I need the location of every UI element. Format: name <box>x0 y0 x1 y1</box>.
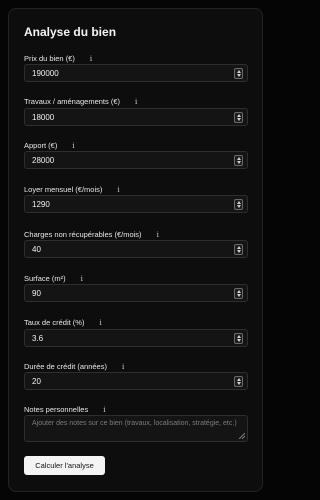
calculate-button[interactable]: Calculer l'analyse <box>24 456 105 475</box>
price-value: 190000 <box>32 69 59 78</box>
notes-textarea[interactable]: Ajouter des notes sur ce bien (travaux, … <box>24 415 248 442</box>
number-stepper-icon[interactable] <box>234 199 243 210</box>
number-stepper-icon[interactable] <box>234 288 243 299</box>
rate-label: Taux de crédit (%) i <box>24 318 102 327</box>
info-icon[interactable]: i <box>135 98 137 106</box>
info-icon[interactable]: i <box>103 406 105 414</box>
surface-value: 90 <box>32 289 41 298</box>
price-input[interactable]: 190000 <box>24 64 248 82</box>
info-icon[interactable]: i <box>72 142 74 150</box>
rate-value: 3.6 <box>32 334 44 343</box>
duration-value: 20 <box>32 377 41 386</box>
charges-input[interactable]: 40 <box>24 240 248 258</box>
number-stepper-icon[interactable] <box>234 155 243 166</box>
rent-value: 1290 <box>32 200 50 209</box>
rent-input[interactable]: 1290 <box>24 195 248 213</box>
info-icon[interactable]: i <box>122 363 124 371</box>
info-icon[interactable]: i <box>90 55 92 63</box>
works-value: 18000 <box>32 113 55 122</box>
info-icon[interactable]: i <box>81 275 83 283</box>
rate-input[interactable]: 3.6 <box>24 329 248 347</box>
charges-label: Charges non récupérables (€/mois) i <box>24 230 159 239</box>
surface-label: Surface (m²) i <box>24 274 83 283</box>
down-payment-label: Apport (€) i <box>24 141 75 150</box>
card-title: Analyse du bien <box>24 25 117 39</box>
resize-handle-icon[interactable] <box>239 433 245 439</box>
notes-label: Notes personnelles i <box>24 405 106 414</box>
works-input[interactable]: 18000 <box>24 108 248 126</box>
info-icon[interactable]: i <box>99 319 101 327</box>
price-label: Prix du bien (€) i <box>24 54 93 63</box>
duration-input[interactable]: 20 <box>24 372 248 390</box>
info-icon[interactable]: i <box>117 186 119 194</box>
number-stepper-icon[interactable] <box>234 376 243 387</box>
notes-placeholder: Ajouter des notes sur ce bien (travaux, … <box>32 420 237 427</box>
down-payment-input[interactable]: 28000 <box>24 151 248 169</box>
rent-label: Loyer mensuel (€/mois) i <box>24 185 120 194</box>
surface-input[interactable]: 90 <box>24 284 248 302</box>
number-stepper-icon[interactable] <box>234 244 243 255</box>
info-icon[interactable]: i <box>157 231 159 239</box>
number-stepper-icon[interactable] <box>234 112 243 123</box>
number-stepper-icon[interactable] <box>234 333 243 344</box>
charges-value: 40 <box>32 245 41 254</box>
down-payment-value: 28000 <box>32 156 55 165</box>
number-stepper-icon[interactable] <box>234 68 243 79</box>
works-label: Travaux / aménagements (€) i <box>24 97 138 106</box>
duration-label: Durée de crédit (années) i <box>24 362 125 371</box>
